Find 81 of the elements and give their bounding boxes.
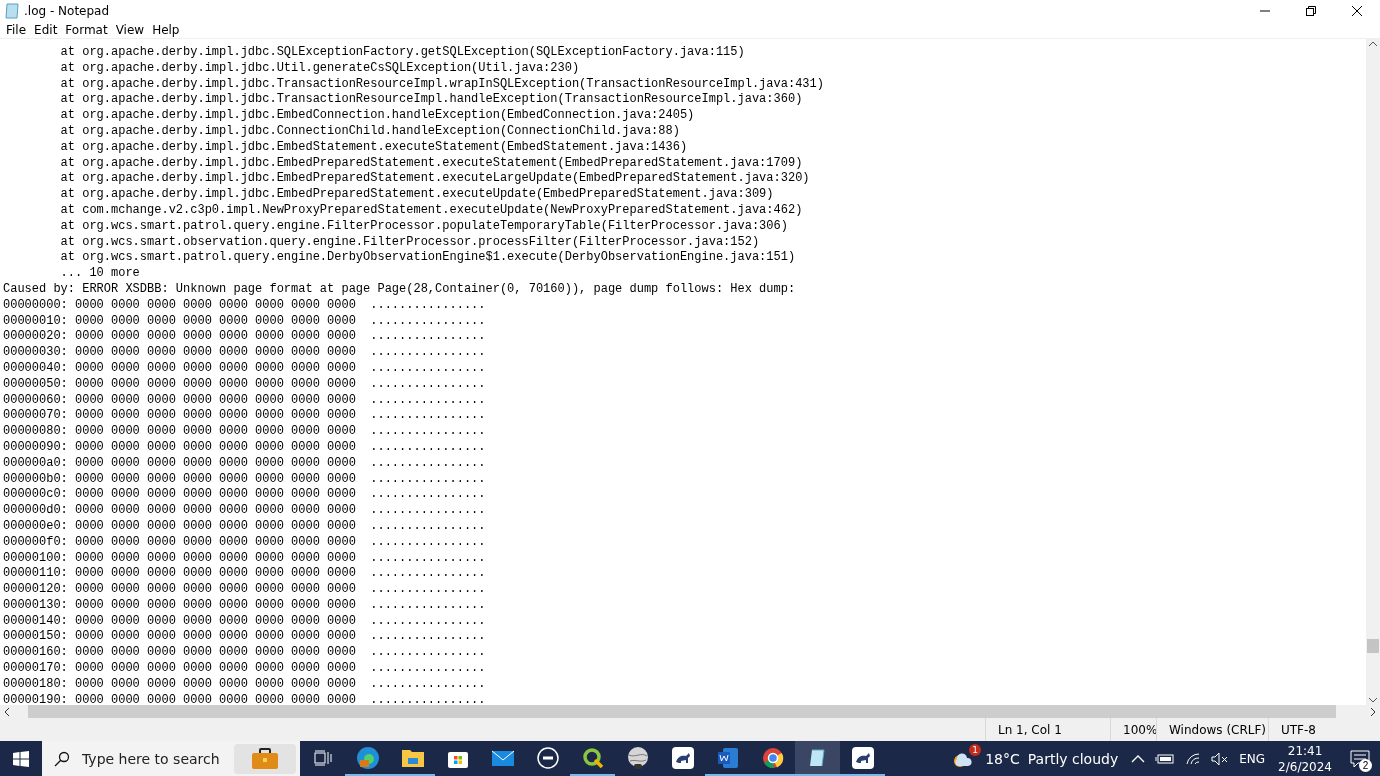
text-line: 00000130: 0000 0000 0000 0000 0000 0000 0000 0000 ................ bbox=[3, 597, 487, 614]
text-line: at org.apache.derby.impl.jdbc.EmbedPreparedStatement.executeStatement(EmbedPreparedStatement.java:1709) bbox=[59, 155, 804, 172]
text-line: 00000150: 0000 0000 0000 0000 0000 0000 0000 0000 ................ bbox=[3, 629, 487, 646]
text-line: 00000010: 0000 0000 0000 0000 0000 0000 0000 0000 ................ bbox=[3, 313, 487, 330]
notepad-icon bbox=[4, 3, 20, 19]
window-title: .log - Notepad bbox=[24, 4, 111, 18]
taskbar-app-button[interactable] bbox=[795, 741, 840, 776]
text-line: 00000080: 0000 0000 0000 0000 0000 0000 0000 0000 ................ bbox=[3, 424, 487, 440]
close-icon bbox=[1352, 6, 1362, 16]
text-line: 000000e0: 0000 0000 0000 0000 0000 0000 0000 0000 ................ bbox=[3, 518, 487, 535]
text-line: at org.apache.derby.impl.jdbc.TransactionResourceImpl.handleException(TransactionResourceImpl.java:360) bbox=[59, 92, 804, 109]
clock[interactable]: 21:41 2/6/2024 bbox=[1270, 742, 1340, 775]
notification-count: 2 bbox=[1359, 759, 1372, 772]
text-line: 00000100: 0000 0000 0000 0000 0000 0000 0000 0000 ................ bbox=[3, 550, 487, 567]
text-line: 00000000: 0000 0000 0000 0000 0000 0000 0000 0000 ................ bbox=[3, 297, 487, 314]
text-line: 00000050: 0000 0000 0000 0000 0000 0000 0000 0000 ................ bbox=[3, 376, 487, 393]
text-line: ... 10 more bbox=[59, 266, 141, 282]
scrollbar-thumb[interactable] bbox=[28, 705, 1336, 718]
text-line: at org.apache.derby.impl.jdbc.Util.generateCsSQLException(Util.java:230) bbox=[59, 60, 581, 77]
text-line: Caused by: ERROR XSDBB: Unknown page format at page Page(28,Container(0, 70160)), page dump follows: Hex dump: bbox=[3, 281, 797, 298]
text-line: 00000110: 0000 0000 0000 0000 0000 0000 0000 0000 ................ bbox=[3, 566, 487, 583]
text-line: at org.apache.derby.impl.jdbc.EmbedPreparedStatement.executeUpdate(EmbedPreparedStatement.java:309) bbox=[59, 187, 775, 203]
search-field[interactable]: Type here to search bbox=[80, 749, 234, 768]
text-line: 00000180: 0000 0000 0000 0000 0000 0000 0000 0000 ................ bbox=[3, 676, 487, 693]
text-line: at org.apache.derby.impl.jdbc.EmbedStatement.executeStatement(EmbedStatement.java:1436) bbox=[59, 139, 689, 156]
menu-item[interactable]: Help bbox=[148, 22, 184, 38]
text-line: at org.apache.derby.impl.jdbc.EmbedPreparedStatement.executeLargeUpdate(EmbedPreparedStatement.java:320) bbox=[59, 171, 811, 188]
q-logo-icon bbox=[581, 746, 604, 769]
text-line: at org.wcs.smart.patrol.query.engine.DerbyObservationEngine$1.execute(DerbyObservationEngine.java:151) bbox=[59, 250, 797, 267]
search-box[interactable]: Type here to search bbox=[42, 741, 300, 776]
text-line: at org.apache.derby.impl.jdbc.TransactionResourceImpl.wrapInSQLException(TransactionResourceImpl.java:431) bbox=[59, 76, 825, 93]
text-line: at com.mchange.v2.c3p0.impl.NewProxyPreparedStatement.executeUpdate(NewProxyPreparedStatement.java:462) bbox=[59, 202, 804, 219]
text-line: 00000190: 0000 0000 0000 0000 0000 0000 0000 0000 ................ bbox=[3, 692, 487, 705]
browser-ring-icon bbox=[761, 746, 784, 769]
animal-logo-icon bbox=[851, 746, 874, 769]
round-logo-icon bbox=[536, 746, 559, 769]
text-line: 000000b0: 0000 0000 0000 0000 0000 0000 0000 0000 ................ bbox=[3, 471, 487, 488]
folder-icon bbox=[400, 747, 425, 768]
globe-icon bbox=[625, 745, 650, 770]
notification-center-button[interactable]: 2 bbox=[1340, 741, 1380, 776]
text-line: at org.wcs.smart.patrol.query.engine.FilterProcessor.populateTemporaryTable(FilterProcessor.java:306) bbox=[59, 218, 789, 235]
text-line: 000000f0: 0000 0000 0000 0000 0000 0000 0000 0000 ................ bbox=[3, 534, 487, 551]
text-line: 00000140: 0000 0000 0000 0000 0000 0000 0000 0000 ................ bbox=[3, 613, 487, 630]
text-line: 000000a0: 0000 0000 0000 0000 0000 0000 0000 0000 ................ bbox=[3, 455, 487, 472]
temperature-text: 18°C bbox=[985, 750, 1020, 767]
text-line: 00000170: 0000 0000 0000 0000 0000 0000 0000 0000 ................ bbox=[3, 661, 487, 677]
text-line: 00000020: 0000 0000 0000 0000 0000 0000 0000 0000 ................ bbox=[3, 329, 487, 346]
text-line: 00000030: 0000 0000 0000 0000 0000 0000 0000 0000 ................ bbox=[3, 345, 487, 361]
task-view-icon bbox=[313, 749, 332, 766]
text-line: 00000040: 0000 0000 0000 0000 0000 0000 0000 0000 ................ bbox=[3, 360, 487, 377]
notification-badge: 1 bbox=[969, 743, 982, 756]
text-line: at org.wcs.smart.observation.query.engine.FilterProcessor.processFilter(FilterProcessor.java:152) bbox=[59, 234, 761, 251]
scrollbar-thumb[interactable] bbox=[1367, 639, 1379, 653]
weather-button[interactable]: 1 18°C Partly cloudy bbox=[943, 741, 1127, 776]
windows-logo-icon bbox=[13, 750, 29, 767]
notepad-icon bbox=[807, 747, 828, 768]
browser-icon bbox=[355, 745, 380, 770]
text-line: 00000090: 0000 0000 0000 0000 0000 0000 0000 0000 ................ bbox=[3, 439, 487, 456]
text-line: at org.apache.derby.impl.jdbc.SQLExceptionFactory.getSQLException(SQLExceptionFactory.java:115) bbox=[59, 45, 746, 61]
text-line: 00000120: 0000 0000 0000 0000 0000 0000 0000 0000 ................ bbox=[3, 582, 487, 598]
menu-item[interactable]: Format bbox=[61, 22, 112, 38]
text-line: 00000070: 0000 0000 0000 0000 0000 0000 0000 0000 ................ bbox=[3, 408, 487, 425]
text-line: at org.apache.derby.impl.jdbc.ConnectionChild.handleException(ConnectionChild.java:88) bbox=[59, 124, 681, 140]
language-indicator[interactable]: ENG bbox=[1234, 741, 1271, 776]
menu-item[interactable]: Edit bbox=[30, 22, 62, 38]
text-line: 000000d0: 0000 0000 0000 0000 0000 0000 0000 0000 ................ bbox=[3, 503, 487, 519]
document-w-icon bbox=[716, 746, 739, 769]
message-icon bbox=[1350, 749, 1370, 768]
vertical-scrollbar[interactable] bbox=[1366, 39, 1380, 705]
menu-item[interactable]: File bbox=[2, 22, 31, 38]
text-line: 00000160: 0000 0000 0000 0000 0000 0000 0000 0000 ................ bbox=[3, 645, 487, 662]
animal-logo-icon bbox=[671, 746, 694, 769]
text-line: 00000060: 0000 0000 0000 0000 0000 0000 0000 0000 ................ bbox=[3, 392, 487, 409]
weather-condition: Partly cloudy bbox=[1027, 750, 1119, 767]
text-line: 000000c0: 0000 0000 0000 0000 0000 0000 0000 0000 ................ bbox=[3, 487, 487, 504]
briefcase-icon[interactable] bbox=[251, 747, 279, 770]
menu-item[interactable]: View bbox=[111, 22, 149, 38]
text-line: at org.apache.derby.impl.jdbc.EmbedConnection.handleException(EmbedConnection.java:2405) bbox=[59, 108, 696, 124]
restore-icon bbox=[1306, 6, 1316, 16]
mail-icon bbox=[490, 748, 515, 767]
search-icon bbox=[54, 750, 70, 767]
